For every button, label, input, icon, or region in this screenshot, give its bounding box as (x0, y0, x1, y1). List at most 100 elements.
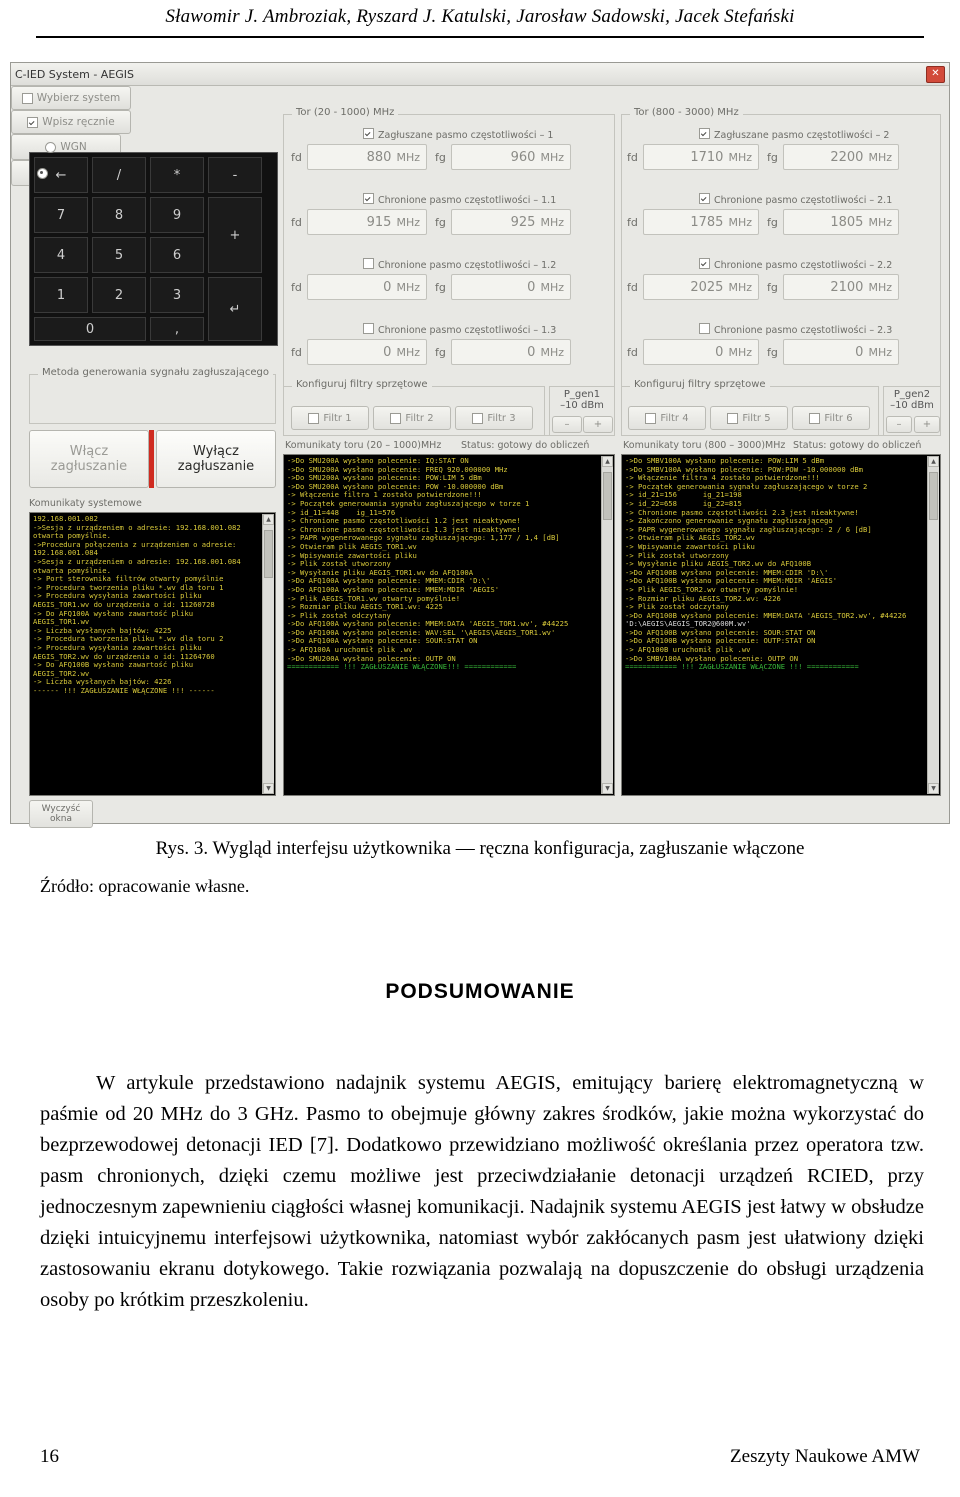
tor2-row-3: fd 0 MHz fg 0 MHz (627, 339, 899, 365)
tor2-fd-input-3[interactable]: 0 MHz (643, 339, 759, 365)
scroll-thumb[interactable] (929, 472, 938, 520)
key-1[interactable]: 1 (34, 277, 88, 313)
manual-entry-button[interactable]: Wpisz ręcznie (11, 110, 131, 134)
figure-caption: Rys. 3. Wygląd interfejsu użytkownika — … (155, 838, 805, 859)
tor2-log-scrollbar[interactable]: ▲ ▼ (927, 456, 939, 794)
scroll-down-icon[interactable]: ▼ (602, 783, 613, 794)
tor1-fd-label-3: fd (291, 345, 302, 359)
key-3[interactable]: 3 (150, 277, 204, 313)
tor2-fd-input-2[interactable]: 2025 MHz (643, 274, 759, 300)
tor1-fd-input-3[interactable]: 0 MHz (307, 339, 427, 365)
tor1-pgen-label: P_gen1 (563, 389, 601, 400)
system-log-console[interactable]: 192.168.001.082 ->Sesja z urządzeniem o … (29, 512, 276, 796)
tor2-filter-6-checkbox-icon (809, 412, 821, 424)
tor1-jam-checkbox-icon (363, 128, 374, 139)
key-8[interactable]: 8 (92, 197, 146, 233)
tor1-pgen-plus-button[interactable]: + (583, 416, 613, 433)
tor2-fg-input-3[interactable]: 0 MHz (783, 339, 899, 365)
summary-paragraph-text: W artykule przedstawiono nadajnik system… (40, 1072, 924, 1311)
tor1-fd-input-1[interactable]: 915 MHz (307, 209, 427, 235)
key-minus[interactable]: - (208, 157, 262, 193)
tor1-protected-checkbox-2[interactable]: Chronione pasmo częstotliwości – 1.2 (363, 258, 556, 271)
tor1-log-lines: ->Do SMU200A wysłano polecenie: IQ:STAT … (284, 455, 614, 674)
tor1-fg-label-1: fg (435, 215, 446, 229)
jamming-off-button[interactable]: Wyłącz zagłuszanie (156, 430, 276, 488)
chirp-radio-icon (37, 167, 49, 179)
key-7[interactable]: 7 (34, 197, 88, 233)
tor1-fd-input-2[interactable]: 0 MHz (307, 274, 427, 300)
key-comma[interactable]: , (150, 317, 204, 341)
tor2-row-0: fd 1710 MHz fg 2200 MHz (627, 144, 899, 170)
scroll-down-icon[interactable]: ▼ (928, 783, 939, 794)
tor2-fg-input-0[interactable]: 2200 MHz (783, 144, 899, 170)
tor2-filter-4-button[interactable]: Filtr 4 (628, 406, 706, 430)
tor1-filter-1-button[interactable]: Filtr 1 (291, 406, 369, 430)
key-divide[interactable]: / (92, 157, 146, 193)
scroll-down-icon[interactable]: ▼ (263, 783, 274, 794)
key-multiply[interactable]: * (150, 157, 204, 193)
tor1-fd-label-1: fd (291, 215, 302, 229)
tor1-jam-band-checkbox[interactable]: Zagłuszane pasmo częstotliwości – 1 (363, 128, 553, 141)
close-icon[interactable]: ✕ (926, 65, 945, 83)
tor1-filter-2-checkbox-icon (390, 412, 402, 424)
tor1-fg-input-1[interactable]: 925 MHz (451, 209, 571, 235)
key-0[interactable]: 0 (34, 317, 146, 341)
tor1-fg-input-2[interactable]: 0 MHz (451, 274, 571, 300)
tor2-fg-input-2[interactable]: 2100 MHz (783, 274, 899, 300)
tor1-row-3: fd 0 MHz fg 0 MHz (291, 339, 571, 365)
key-6[interactable]: 6 (150, 237, 204, 273)
select-system-button[interactable]: Wybierz system (11, 86, 131, 110)
tor1-log-console[interactable]: ->Do SMU200A wysłano polecenie: IQ:STAT … (283, 454, 615, 796)
key-plus[interactable]: + (208, 197, 262, 273)
tor1-fd-input-0[interactable]: 880 MHz (307, 144, 427, 170)
clear-windows-button[interactable]: Wyczyść okna (29, 800, 93, 828)
log-line: ============ !!! ZAGŁUSZANIE WŁĄCZONE !!… (625, 662, 859, 672)
tor2-fg-input-1[interactable]: 1805 MHz (783, 209, 899, 235)
tor1-log-scrollbar[interactable]: ▲ ▼ (601, 456, 613, 794)
tor2-pgen-plus-button[interactable]: + (914, 416, 940, 433)
tor2-log-console[interactable]: ->Do SMBV100A wysłano polecenie: POW:LIM… (621, 454, 941, 796)
tor2-filter-5-button[interactable]: Filtr 5 (710, 406, 788, 430)
tor1-fg-input-0[interactable]: 960 MHz (451, 144, 571, 170)
tor1-row-2: fd 0 MHz fg 0 MHz (291, 274, 571, 300)
scroll-thumb[interactable] (603, 472, 612, 520)
tor1-pgen-minus-button[interactable]: – (552, 416, 582, 433)
numeric-keypad[interactable]: ← / * - 7 8 9 + 4 5 6 1 2 3 ↵ 0 , (29, 152, 278, 346)
key-enter[interactable]: ↵ (208, 277, 262, 341)
tor2-filter-6-button[interactable]: Filtr 6 (792, 406, 870, 430)
system-log-scrollbar[interactable]: ▲ ▼ (262, 514, 274, 794)
key-2[interactable]: 2 (92, 277, 146, 313)
scroll-up-icon[interactable]: ▲ (602, 456, 613, 467)
tor1-protected-checkbox-3[interactable]: Chronione pasmo częstotliwości – 1.3 (363, 323, 556, 336)
jamming-on-label: Włącz zagłuszanie (50, 444, 128, 474)
tor2-protected-checkbox-1[interactable]: Chronione pasmo częstotliwości – 2.1 (699, 193, 892, 206)
active-indicator-bar (149, 430, 154, 488)
tor2-log-lines: ->Do SMBV100A wysłano polecenie: POW:LIM… (622, 455, 940, 674)
tor2-pgen-minus-button[interactable]: – (886, 416, 912, 433)
window-title: C-IED System - AEGIS (15, 67, 135, 81)
scroll-thumb[interactable] (264, 530, 273, 578)
tor1-row-1: fd 915 MHz fg 925 MHz (291, 209, 571, 235)
tor2-filter-4-checkbox-icon (645, 412, 657, 424)
key-5[interactable]: 5 (92, 237, 146, 273)
scroll-up-icon[interactable]: ▲ (263, 514, 274, 525)
tor2-filter-5-checkbox-icon (727, 412, 739, 424)
tor1-fg-input-3[interactable]: 0 MHz (451, 339, 571, 365)
tor2-fg-label-3: fg (767, 345, 778, 359)
key-9[interactable]: 9 (150, 197, 204, 233)
tor2-pgen-label: P_gen2 (893, 389, 931, 400)
tor2-fd-input-0[interactable]: 1710 MHz (643, 144, 759, 170)
jamming-on-button[interactable]: Włącz zagłuszanie (29, 430, 149, 488)
tor2-protected-3-checkbox-icon (699, 323, 710, 334)
scroll-up-icon[interactable]: ▲ (928, 456, 939, 467)
key-4[interactable]: 4 (34, 237, 88, 273)
tor2-jam-checkbox-icon (699, 128, 710, 139)
tor1-filter-3-button[interactable]: Filtr 3 (455, 406, 533, 430)
tor2-jam-band-checkbox[interactable]: Zagłuszane pasmo częstotliwości – 2 (699, 128, 889, 141)
tor1-status-label: Status: gotowy do obliczeń (461, 440, 590, 451)
tor2-protected-checkbox-3[interactable]: Chronione pasmo częstotliwości – 2.3 (699, 323, 892, 336)
tor1-protected-checkbox-1[interactable]: Chronione pasmo częstotliwości – 1.1 (363, 193, 556, 206)
tor2-fd-input-1[interactable]: 1785 MHz (643, 209, 759, 235)
tor2-protected-checkbox-2[interactable]: Chronione pasmo częstotliwości – 2.2 (699, 258, 892, 271)
tor1-filter-2-button[interactable]: Filtr 2 (373, 406, 451, 430)
